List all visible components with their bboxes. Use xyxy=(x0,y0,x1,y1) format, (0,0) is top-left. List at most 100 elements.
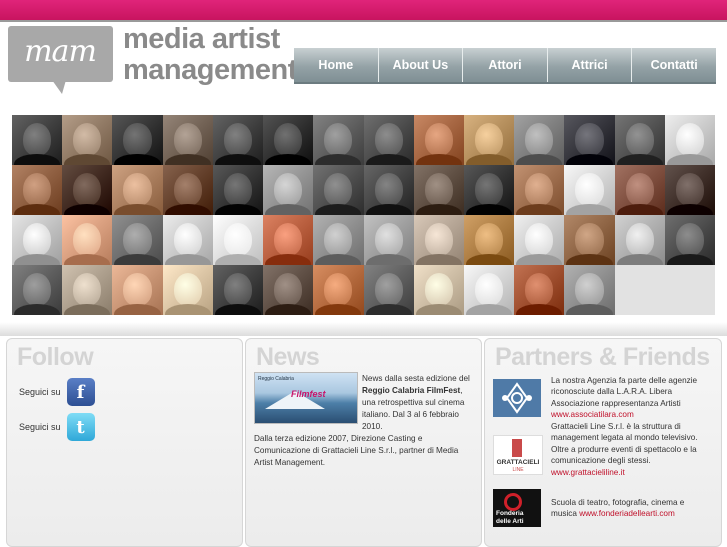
artist-photo[interactable] xyxy=(363,165,414,215)
artist-photo[interactable] xyxy=(564,115,615,165)
artist-photo[interactable] xyxy=(313,115,364,165)
lara-emblem-icon xyxy=(502,382,532,414)
partner-link-lara[interactable]: www.associatilara.com xyxy=(551,410,634,419)
artist-photo[interactable] xyxy=(363,265,414,315)
artist-photo[interactable] xyxy=(263,165,314,215)
artist-photo[interactable] xyxy=(363,115,414,165)
artist-photo[interactable] xyxy=(463,215,515,265)
artist-photo[interactable] xyxy=(413,265,464,315)
artist-photo[interactable] xyxy=(614,115,665,165)
grattacieli-logo[interactable]: GRATTACIELI LINE xyxy=(493,435,543,475)
portrait-face xyxy=(424,123,453,156)
artist-photo[interactable] xyxy=(112,215,163,265)
portrait-shoulders xyxy=(265,204,312,215)
portrait-face xyxy=(173,173,202,206)
artist-photo[interactable] xyxy=(212,215,264,265)
partner-fonderia-text: Scuola di teatro, fotografia, cinema e m… xyxy=(551,497,701,520)
fonderia-logo[interactable]: Fonderia delle Arti xyxy=(493,489,541,527)
partner-link-grattacieli[interactable]: www.grattacieliline.it xyxy=(551,468,625,477)
artist-photo[interactable] xyxy=(62,215,113,265)
artist-photo[interactable] xyxy=(62,165,113,215)
artist-photo[interactable] xyxy=(413,115,464,165)
portrait-shoulders xyxy=(214,254,262,265)
portrait-face xyxy=(424,273,453,306)
artist-photo[interactable] xyxy=(212,165,264,215)
artist-photo[interactable] xyxy=(62,265,113,315)
artist-photo[interactable] xyxy=(62,115,113,165)
filmfest-image[interactable]: Reggio Calabria Filmfest xyxy=(254,372,358,424)
portrait-face xyxy=(173,223,202,256)
portrait-face xyxy=(374,273,403,306)
portrait-face xyxy=(374,223,403,256)
facebook-icon[interactable]: f xyxy=(66,378,95,406)
artist-photo[interactable] xyxy=(263,215,314,265)
artist-photo[interactable] xyxy=(112,265,163,315)
artist-photo[interactable] xyxy=(313,215,364,265)
artist-photo[interactable] xyxy=(162,115,213,165)
portrait-face xyxy=(374,173,403,206)
artist-photo[interactable] xyxy=(664,165,715,215)
artist-photo[interactable] xyxy=(664,115,715,165)
artist-photo[interactable] xyxy=(614,165,665,215)
artist-photo[interactable] xyxy=(263,265,314,315)
artist-photo[interactable] xyxy=(112,165,163,215)
filmfest-logo: Filmfest xyxy=(291,389,326,399)
artist-photo[interactable] xyxy=(614,215,665,265)
portrait-face xyxy=(223,223,252,256)
artist-photo[interactable] xyxy=(463,115,515,165)
artist-photo[interactable] xyxy=(212,115,264,165)
top-accent-bar xyxy=(0,0,727,22)
artist-photo[interactable] xyxy=(263,115,314,165)
artist-photo[interactable] xyxy=(463,165,515,215)
artist-photo[interactable] xyxy=(12,165,63,215)
artist-photo[interactable] xyxy=(514,215,565,265)
partner-lara-text: La nostra Agenzia fa parte delle agenzie… xyxy=(551,375,701,421)
twitter-icon[interactable]: t xyxy=(66,413,95,441)
portrait-face xyxy=(675,123,704,156)
portrait-shoulders xyxy=(114,304,161,315)
portrait-shoulders xyxy=(566,254,613,265)
portrait-face xyxy=(274,123,303,156)
artist-photo[interactable] xyxy=(413,165,464,215)
nav-contatti[interactable]: Contatti xyxy=(632,48,716,82)
artist-photo[interactable] xyxy=(313,265,364,315)
partners-title: Partners & Friends xyxy=(495,343,710,371)
portrait-shoulders xyxy=(214,204,262,215)
partner-link-fonderia[interactable]: www.fonderiadellearti.com xyxy=(579,509,675,518)
portrait-shoulders xyxy=(566,154,613,165)
artist-photo[interactable] xyxy=(514,265,565,315)
artist-photo[interactable] xyxy=(162,165,213,215)
portrait-shoulders xyxy=(666,204,713,215)
artist-photo[interactable] xyxy=(564,165,615,215)
artist-photo[interactable] xyxy=(463,265,515,315)
portrait-shoulders xyxy=(516,304,563,315)
artist-photo[interactable] xyxy=(363,215,414,265)
artist-photo[interactable] xyxy=(162,215,213,265)
nav-about-us[interactable]: About Us xyxy=(379,48,464,82)
portrait-shoulders xyxy=(415,304,462,315)
portrait-face xyxy=(73,173,102,206)
artist-photo[interactable] xyxy=(514,115,565,165)
portrait-face xyxy=(575,223,604,256)
artist-photo[interactable] xyxy=(564,265,615,315)
artist-photo[interactable] xyxy=(313,165,364,215)
artist-photo[interactable] xyxy=(162,265,213,315)
artist-photo[interactable] xyxy=(12,265,63,315)
artist-photo[interactable] xyxy=(12,115,63,165)
artist-photo[interactable] xyxy=(514,165,565,215)
artist-photo[interactable] xyxy=(212,265,264,315)
artist-photo[interactable] xyxy=(664,215,715,265)
partners-panel: Partners & Friends La nostra Agenzia fa … xyxy=(484,338,722,547)
lara-logo[interactable] xyxy=(493,379,541,417)
artist-photo[interactable] xyxy=(564,215,615,265)
nav-attori[interactable]: Attori xyxy=(463,48,548,82)
nav-home[interactable]: Home xyxy=(294,48,379,82)
portrait-face xyxy=(374,123,403,156)
portrait-shoulders xyxy=(415,204,462,215)
artist-photo[interactable] xyxy=(12,215,63,265)
news-title: News xyxy=(256,343,320,371)
portrait-shoulders xyxy=(164,254,211,265)
nav-attrici[interactable]: Attrici xyxy=(548,48,633,82)
artist-photo[interactable] xyxy=(413,215,464,265)
artist-photo[interactable] xyxy=(112,115,163,165)
